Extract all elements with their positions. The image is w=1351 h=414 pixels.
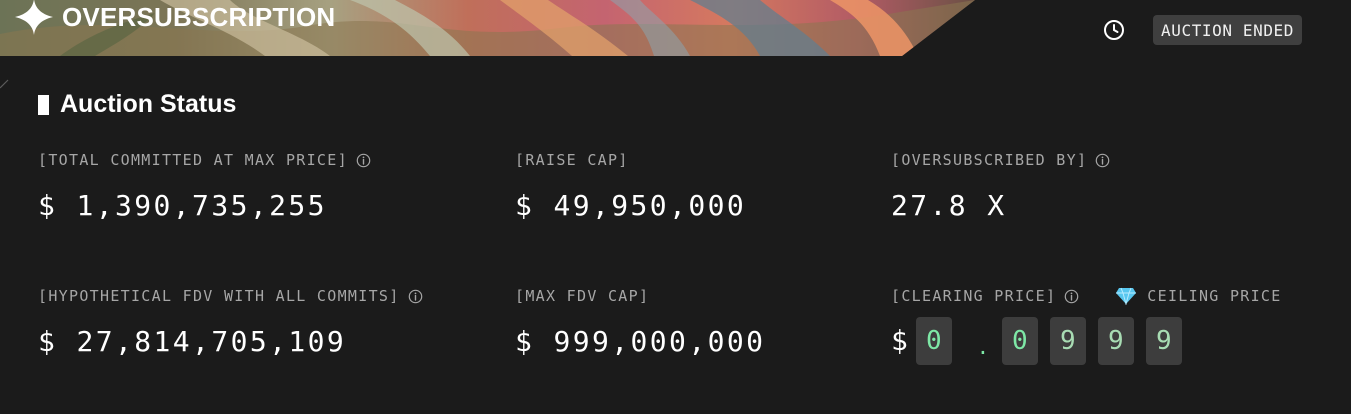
oversubscription-page: OVERSUBSCRIPTION AUCTION ENDED Auction S… [0,0,1351,414]
oversubscribed-label: [OVERSUBSCRIBED BY] [891,151,1088,169]
ceiling-price-indicator: CEILING PRICE [1115,287,1281,305]
price-digit: 9 [1097,317,1134,365]
hypothetical-fdv-metric: [HYPOTHETICAL FDV WITH ALL COMMITS] $ 27… [38,286,423,356]
sparkle-icon [15,0,53,35]
auction-status-heading: Auction Status [60,90,237,118]
info-icon[interactable] [408,289,423,304]
oversubscribed-metric: [OVERSUBSCRIBED BY] 27.8 X [891,150,1110,220]
panel-corner-accent [0,79,9,89]
hero-title-group: OVERSUBSCRIPTION [14,0,336,35]
auction-ended-badge: AUCTION ENDED [1153,15,1303,45]
raise-cap-metric: [RAISE CAP] $ 49,950,000 [515,150,746,220]
max-fdv-cap-label: [MAX FDV CAP] [515,287,650,305]
total-committed-label: [TOTAL COMMITTED AT MAX PRICE] [38,151,348,169]
raise-cap-label: [RAISE CAP] [515,151,629,169]
max-fdv-cap-value: $ 999,000,000 [515,325,766,358]
total-committed-metric: [TOTAL COMMITTED AT MAX PRICE] $ 1,390,7… [38,150,371,220]
info-icon[interactable] [356,153,371,168]
price-digit: 9 [1145,317,1182,365]
hypothetical-fdv-label: [HYPOTHETICAL FDV WITH ALL COMMITS] [38,287,400,305]
auction-status-area: AUCTION ENDED [1102,15,1303,45]
info-icon[interactable] [1064,289,1079,304]
hypothetical-fdv-value: $ 27,814,705,109 [38,325,347,358]
clearing-price-currency: $ [891,324,908,357]
clearing-price-metric: [CLEARING PRICE] CEILING PRICE $ 0 . 0 9… [891,286,1282,365]
info-icon[interactable] [1095,153,1110,168]
section-heading: Auction Status [38,92,236,117]
clearing-price-value: $ 0 . 0 9 9 9 [891,317,1282,365]
oversubscribed-value: 27.8 X [891,189,1007,222]
price-digit: 9 [1049,317,1086,365]
heading-marker [38,94,49,115]
page-title: OVERSUBSCRIPTION [62,2,336,32]
price-digit: 0 [915,317,952,365]
ceiling-price-label: CEILING PRICE [1147,287,1282,305]
auction-status-panel: Auction Status [TOTAL COMMITTED AT MAX P… [0,56,1351,414]
price-decimal-point: . [976,335,989,359]
clock-icon [1104,20,1124,40]
raise-cap-value: $ 49,950,000 [515,189,747,222]
max-fdv-cap-metric: [MAX FDV CAP] $ 999,000,000 [515,286,765,356]
price-digit: 0 [1001,317,1038,365]
clearing-price-label: [CLEARING PRICE] [891,287,1057,305]
diamond-icon [1116,287,1137,305]
total-committed-value: $ 1,390,735,255 [38,189,327,222]
